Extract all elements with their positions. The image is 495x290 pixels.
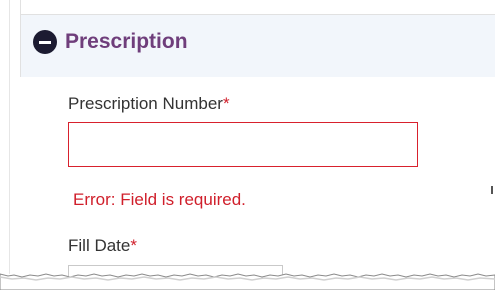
torn-paper-edge <box>0 273 495 290</box>
section-title: Prescription <box>65 30 188 53</box>
prescription-number-label-text: Prescription Number <box>68 94 223 113</box>
fill-date-label-text: Fill Date <box>68 236 131 255</box>
outer-frame-border <box>9 0 10 274</box>
prescription-number-input[interactable] <box>68 122 418 167</box>
minus-circle-icon[interactable] <box>33 30 57 54</box>
required-asterisk: * <box>130 236 137 255</box>
screenshot-page: Prescription Prescription Number* Error:… <box>0 0 495 290</box>
prescription-number-label: Prescription Number* <box>68 94 230 114</box>
required-asterisk: * <box>222 94 230 113</box>
prescription-number-error: Error: Field is required. <box>73 190 246 209</box>
screenshot-artifact-mark <box>491 186 493 194</box>
panel-top-edge <box>20 0 495 15</box>
fill-date-label: Fill Date* <box>68 236 137 256</box>
